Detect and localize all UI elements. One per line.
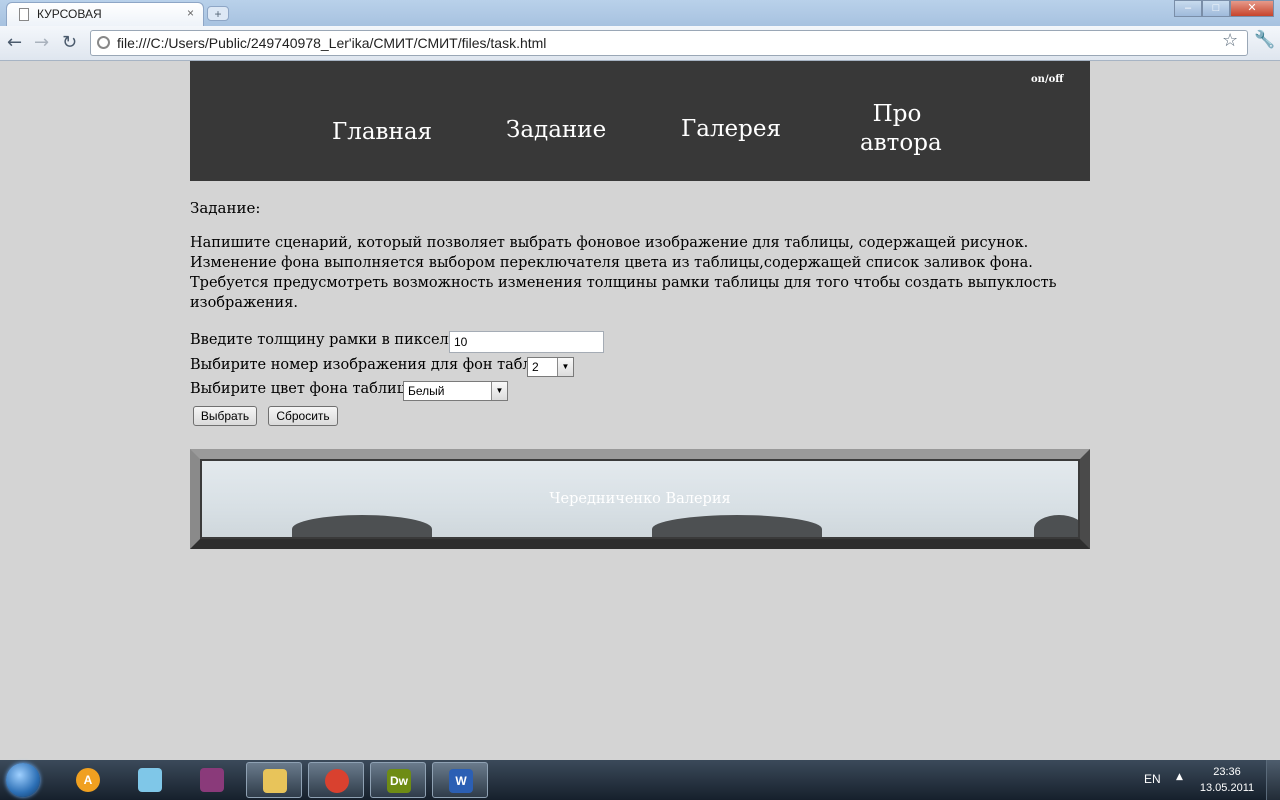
taskbar-app-winrar[interactable] [184, 762, 240, 798]
address-bar[interactable]: file:///C:/Users/Public/249740978_Ler'ik… [90, 30, 1248, 56]
taskbar-app-explorer[interactable] [246, 762, 302, 798]
image-number-label: Выбирите номер изображения для фон табли… [190, 357, 568, 373]
image-number-value: 2 [532, 360, 539, 374]
close-window-button[interactable]: ✕ [1230, 0, 1274, 17]
preview-caption: Чередниченко Валерия [549, 491, 731, 507]
browser-title-bar: КУРСОВАЯ × + – □ ✕ [0, 0, 1280, 26]
image-number-select[interactable]: 2 ▼ [527, 357, 574, 377]
bg-color-value: Белый [408, 384, 445, 398]
tab-title: КУРСОВАЯ [37, 7, 102, 21]
clock-date[interactable]: 13.05.2011 [1196, 782, 1258, 794]
back-arrow-icon[interactable]: ← [7, 32, 22, 53]
minimize-button[interactable]: – [1174, 0, 1202, 17]
nav-task[interactable]: Задание [506, 116, 606, 145]
tray-up-arrow-icon[interactable]: ▲ [1176, 772, 1183, 782]
dreamweaver-icon: Dw [387, 769, 411, 793]
bg-color-label: Выбирите цвет фона таблицы: [190, 381, 423, 397]
taskbar-app-chrome[interactable] [308, 762, 364, 798]
winrar-icon [200, 768, 224, 792]
border-width-label: Введите толщину рамки в пикселях: [190, 332, 471, 348]
wrench-icon[interactable]: 🔧 [1254, 30, 1275, 50]
show-desktop-button[interactable] [1266, 760, 1280, 800]
globe-icon [97, 36, 110, 49]
language-indicator[interactable]: EN [1144, 772, 1161, 786]
reload-icon[interactable]: ↻ [62, 32, 77, 53]
preview-background-image: Чередниченко Валерия [200, 459, 1080, 539]
reset-button[interactable]: Сбросить [268, 406, 338, 426]
browser-toolbar: ← → ↻ file:///C:/Users/Public/249740978_… [0, 26, 1280, 61]
taskbar: A Dw W EN ▲ 23:36 13.05.2011 [0, 760, 1280, 800]
bookmark-star-icon[interactable]: ☆ [1222, 30, 1238, 51]
url-text[interactable]: file:///C:/Users/Public/249740978_Ler'ik… [117, 35, 546, 51]
task-heading: Задание: [190, 199, 261, 217]
taskbar-app-notes[interactable] [122, 762, 178, 798]
nav-gallery[interactable]: Галерея [681, 115, 781, 144]
nav-main[interactable]: Главная [332, 118, 432, 147]
nav-about[interactable]: Про автора [860, 100, 942, 158]
forward-arrow-icon[interactable]: → [34, 32, 49, 53]
maximize-button[interactable]: □ [1202, 0, 1230, 17]
on-off-toggle[interactable]: on/off [1031, 74, 1063, 85]
task-description: Напишите сценарий, который позволяет выб… [190, 235, 1057, 311]
rock-shape [652, 515, 822, 537]
site-header: on/off Главная Задание Галерея Про автор… [190, 61, 1090, 181]
page-icon [19, 8, 29, 21]
chevron-down-icon[interactable]: ▼ [491, 382, 507, 400]
page-content: on/off Главная Задание Галерея Про автор… [190, 61, 1090, 549]
rock-shape [1034, 515, 1078, 537]
new-tab-button[interactable]: + [207, 6, 229, 21]
aimp-icon: A [76, 768, 100, 792]
word-icon: W [449, 769, 473, 793]
browser-tab[interactable]: КУРСОВАЯ × [6, 2, 204, 26]
clock-time[interactable]: 23:36 [1205, 766, 1249, 778]
taskbar-app-dreamweaver[interactable]: Dw [370, 762, 426, 798]
border-width-input[interactable] [449, 331, 604, 353]
folder-icon [263, 769, 287, 793]
notes-icon [138, 768, 162, 792]
close-tab-icon[interactable]: × [187, 6, 194, 20]
bg-color-select[interactable]: Белый ▼ [403, 381, 508, 401]
chevron-down-icon[interactable]: ▼ [557, 358, 573, 376]
preview-table: Чередниченко Валерия [190, 449, 1090, 549]
taskbar-app-aimp[interactable]: A [60, 762, 116, 798]
taskbar-app-word[interactable]: W [432, 762, 488, 798]
start-button[interactable] [6, 763, 40, 797]
chrome-icon [325, 769, 349, 793]
select-button[interactable]: Выбрать [193, 406, 257, 426]
rock-shape [292, 515, 432, 537]
